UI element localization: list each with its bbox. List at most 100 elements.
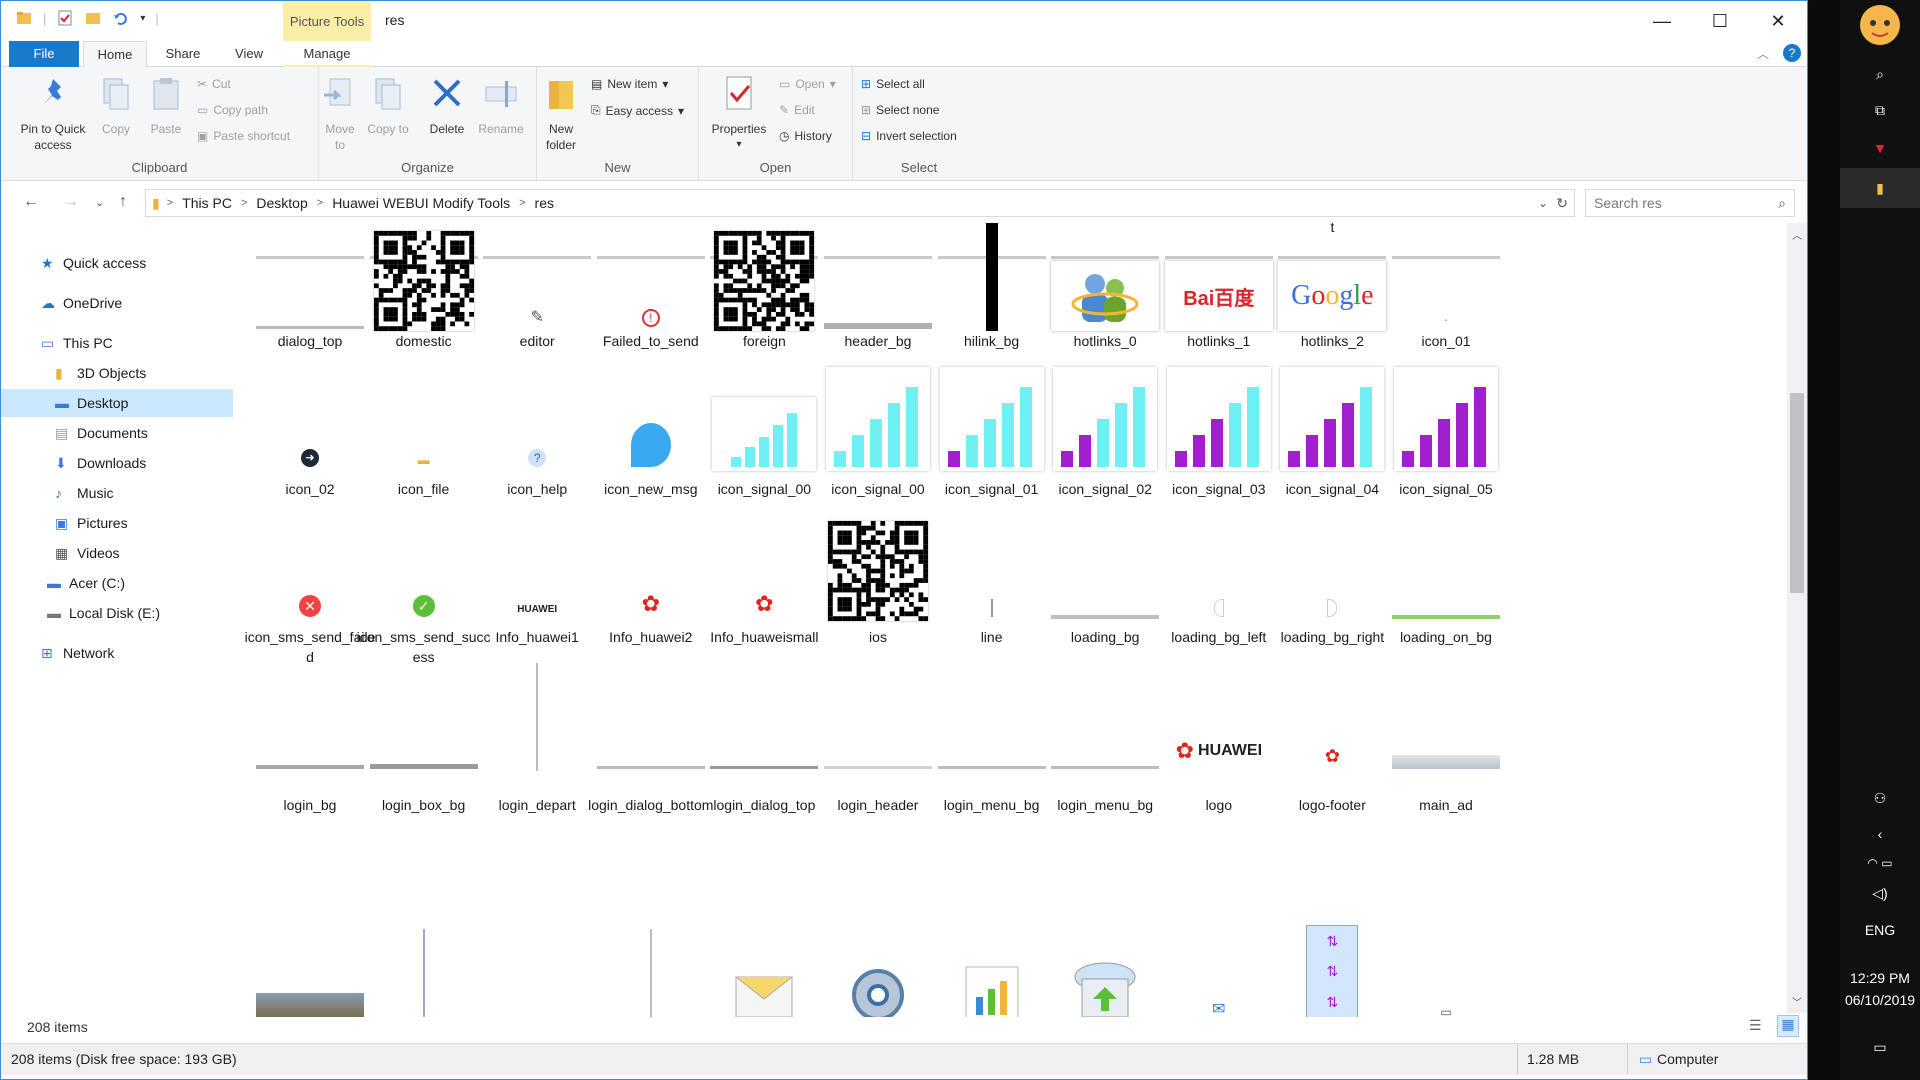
nav-item-videos[interactable]: ▦ Videos bbox=[1, 539, 233, 567]
nav-item-desktop[interactable]: ▬ Desktop bbox=[1, 389, 233, 417]
breadcrumb-desktop[interactable]: Desktop bbox=[250, 195, 313, 211]
file-thumbnail: Bai百度 bbox=[1164, 223, 1273, 331]
huawei-wordmark: HUAWEI bbox=[517, 604, 558, 615]
invert-selection-label: Invert selection bbox=[876, 129, 957, 143]
new-item-button[interactable]: ▤ New item ▾ bbox=[591, 77, 668, 91]
pin-icon bbox=[43, 79, 61, 105]
folder-icon[interactable] bbox=[15, 9, 33, 27]
user-avatar[interactable] bbox=[1840, 0, 1920, 50]
nav-item-local-disk-e[interactable]: ▬ Local Disk (E:) bbox=[1, 599, 233, 627]
select-group: ⊞ Select all ⊞ Select none ⊟ Invert selecti… bbox=[853, 67, 985, 181]
breadcrumb-res[interactable]: res bbox=[529, 195, 560, 211]
invert-selection-button[interactable]: ⊟ Invert selection bbox=[861, 129, 957, 143]
scroll-up-icon[interactable]: ︿ bbox=[1792, 227, 1802, 242]
breadcrumb-huawei-webui[interactable]: Huawei WEBUI Modify Tools bbox=[326, 195, 516, 211]
show-hidden-icons-chevron-icon[interactable]: ‹ bbox=[1840, 816, 1920, 852]
file-thumbnail bbox=[597, 919, 705, 1017]
maximize-button[interactable]: ☐ bbox=[1691, 1, 1749, 41]
new-folder-icon[interactable] bbox=[84, 9, 102, 27]
new-folder-label: New folder bbox=[545, 122, 577, 152]
organize-group: Move to Copy to Delete Rename Organize bbox=[319, 67, 537, 181]
brave-browser-icon[interactable]: ▼ bbox=[1840, 130, 1920, 166]
tab-view[interactable]: View bbox=[221, 41, 277, 67]
details-view-icon[interactable]: ☰ bbox=[1749, 1017, 1762, 1034]
title-bar: | ▾ | Picture Tools res — ☐ ✕ bbox=[1, 1, 1807, 41]
move-to-button[interactable]: Move to bbox=[319, 75, 361, 153]
task-view-icon[interactable]: ⧉ bbox=[1840, 92, 1920, 128]
nav-item-documents[interactable]: ▤ Documents bbox=[1, 419, 233, 447]
search-input[interactable]: Search res ⌕ bbox=[1585, 189, 1795, 217]
copy-to-button[interactable]: Copy to bbox=[367, 75, 409, 137]
collapse-ribbon-icon[interactable]: ︿ bbox=[1757, 45, 1769, 62]
wifi-battery-icons[interactable]: ◠ ▭ bbox=[1840, 848, 1920, 878]
edit-icon: ✎ bbox=[779, 103, 790, 117]
cut-button[interactable]: ✂ Cut bbox=[197, 77, 231, 91]
file-thumbnail: ⇅ ⇅ ⇅ bbox=[1278, 919, 1386, 1017]
people-icon[interactable]: ⚇ bbox=[1840, 780, 1920, 816]
paste-button[interactable]: Paste bbox=[143, 75, 189, 137]
paste-shortcut-button[interactable]: ▣ Paste shortcut bbox=[197, 129, 290, 143]
address-bar[interactable]: ▮ > This PC > Desktop > Huawei WEBUI Mod… bbox=[145, 189, 1575, 217]
refresh-icon[interactable]: ↻ bbox=[1556, 195, 1568, 212]
nav-item-acer-c[interactable]: ▬ Acer (C:) bbox=[1, 569, 233, 597]
nav-item-quick-access[interactable]: ★ Quick access bbox=[1, 249, 233, 277]
recent-locations-chevron-icon[interactable]: ⌄ bbox=[95, 196, 104, 209]
properties-icon[interactable] bbox=[56, 9, 74, 27]
undo-icon[interactable] bbox=[112, 9, 130, 27]
tab-home[interactable]: Home bbox=[83, 41, 147, 68]
nav-item-onedrive[interactable]: ☁ OneDrive bbox=[1, 289, 233, 317]
file-explorer-taskbar-icon[interactable]: ▮ bbox=[1840, 168, 1920, 208]
clock[interactable]: 12:29 PM 06/10/2019 bbox=[1840, 964, 1920, 1014]
scroll-thumb[interactable] bbox=[1790, 393, 1804, 593]
help-icon[interactable]: ? bbox=[1783, 44, 1801, 62]
large-icons-view-icon[interactable]: ▦ bbox=[1777, 1015, 1799, 1037]
copy-to-icon bbox=[375, 78, 401, 110]
nav-item-music[interactable]: ♪ Music bbox=[1, 479, 233, 507]
delete-button[interactable]: Delete bbox=[425, 75, 469, 137]
file-thumbnail bbox=[256, 919, 364, 1017]
back-arrow-icon[interactable]: ← bbox=[23, 193, 39, 211]
file-name: main_ad bbox=[1419, 797, 1473, 813]
search-icon[interactable]: ⌕ bbox=[1840, 56, 1920, 92]
nav-label: Documents bbox=[77, 425, 148, 441]
divider bbox=[1627, 1044, 1628, 1074]
select-none-button[interactable]: ⊞ Select none bbox=[861, 103, 939, 117]
nav-item-3d-objects[interactable]: ▮ 3D Objects bbox=[1, 359, 233, 387]
close-button[interactable]: ✕ bbox=[1749, 1, 1807, 41]
vertical-scrollbar[interactable]: ︿ ﹀ bbox=[1787, 223, 1807, 1013]
notifications-icon[interactable]: ▭ bbox=[1840, 1030, 1920, 1064]
history-button[interactable]: ◷ History bbox=[779, 129, 832, 143]
rename-button[interactable]: Rename bbox=[473, 75, 529, 137]
new-item-icon: ▤ bbox=[591, 77, 603, 91]
address-dropdown-icon[interactable]: ⌄ bbox=[1538, 196, 1548, 210]
up-arrow-icon[interactable]: ↑ bbox=[119, 193, 127, 211]
nav-item-pictures[interactable]: ▣ Pictures bbox=[1, 509, 233, 537]
easy-access-button[interactable]: ⎘ Easy access ▾ bbox=[591, 103, 684, 118]
new-folder-button[interactable]: New folder bbox=[537, 75, 585, 153]
scroll-down-icon[interactable]: ﹀ bbox=[1792, 994, 1802, 1009]
copy-button[interactable]: Copy bbox=[95, 75, 137, 137]
open-button[interactable]: ▭ Open ▾ bbox=[779, 77, 836, 91]
dropdown-arrow-icon: ▾ bbox=[736, 139, 742, 150]
edit-button[interactable]: ✎ Edit bbox=[779, 103, 815, 117]
tab-file[interactable]: File bbox=[9, 41, 79, 67]
properties-button[interactable]: Properties ▾ bbox=[707, 75, 771, 153]
forward-arrow-icon[interactable]: → bbox=[63, 193, 79, 211]
tab-manage[interactable]: Manage bbox=[283, 41, 371, 67]
pin-quick-access-button[interactable]: Pin to Quick access bbox=[15, 75, 91, 153]
volume-icon[interactable]: ◁) bbox=[1840, 878, 1920, 908]
breadcrumb-this-pc[interactable]: This PC bbox=[176, 195, 238, 211]
nav-item-this-pc[interactable]: ▭ This PC bbox=[1, 329, 233, 357]
language-indicator[interactable]: ENG bbox=[1840, 918, 1920, 942]
music-icon: ♪ bbox=[55, 485, 62, 501]
customize-qat-icon[interactable]: ▾ bbox=[140, 13, 145, 24]
download-icon: ⬇ bbox=[55, 455, 67, 471]
nav-item-downloads[interactable]: ⬇ Downloads bbox=[1, 449, 233, 477]
select-all-button[interactable]: ⊞ Select all bbox=[861, 77, 925, 91]
nav-item-network[interactable]: ⊞ Network bbox=[1, 639, 233, 667]
minimize-button[interactable]: — bbox=[1633, 1, 1691, 41]
tab-share[interactable]: Share bbox=[155, 41, 211, 67]
copy-path-button[interactable]: ▭ Copy path bbox=[197, 103, 268, 117]
clipboard-group: Pin to Quick access Copy Paste ✂ Cut ▭ Cop… bbox=[1, 67, 319, 181]
pin-label: Pin to Quick access bbox=[20, 122, 86, 152]
